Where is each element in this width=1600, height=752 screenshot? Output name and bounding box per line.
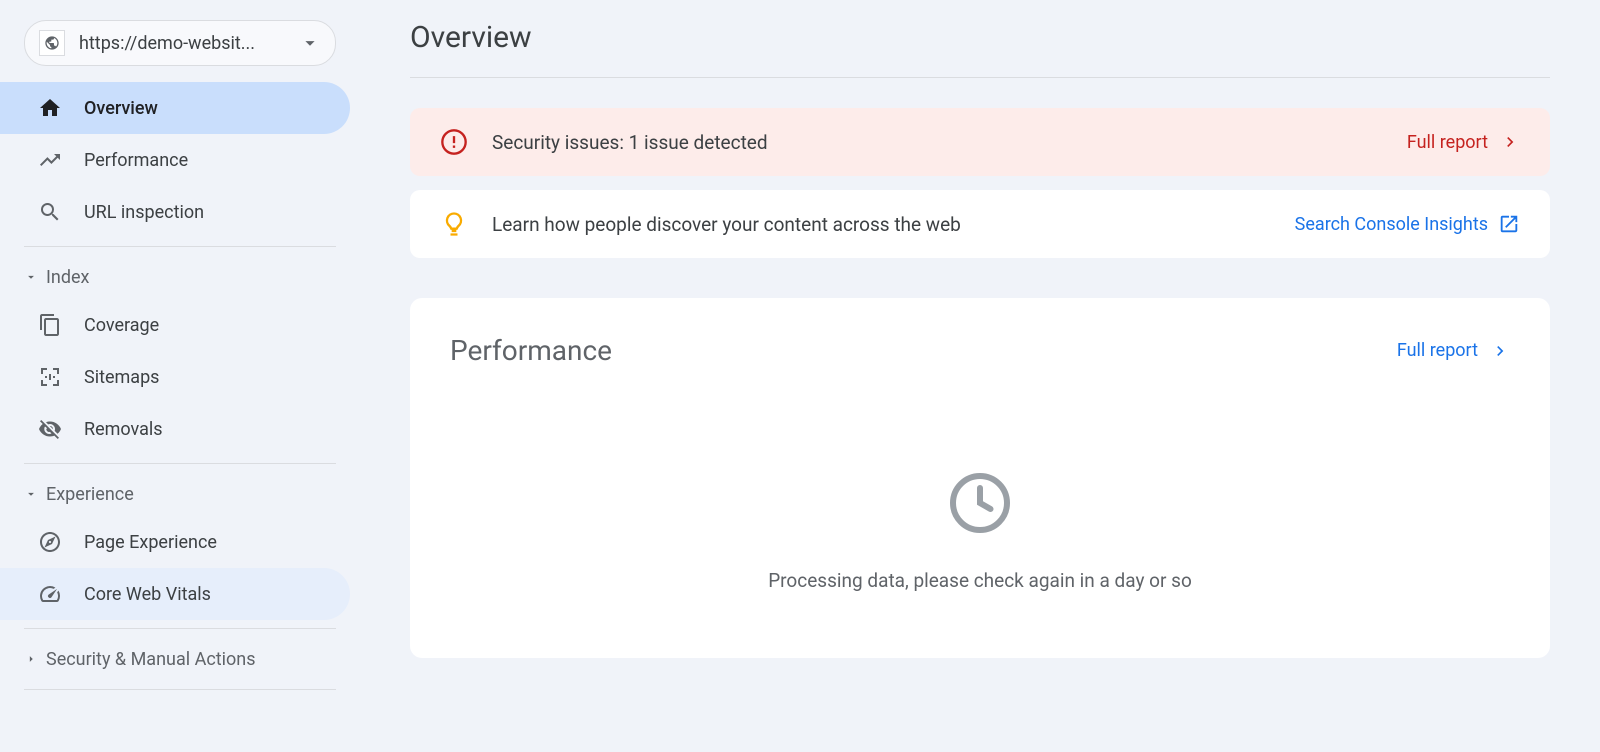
chevron-down-icon [299,32,321,54]
section-security[interactable]: Security & Manual Actions [0,637,360,681]
trending-icon [38,148,62,172]
nav-sitemaps[interactable]: Sitemaps [0,351,350,403]
performance-card: Performance Full report Processing data,… [410,298,1550,658]
visibility-off-icon [38,417,62,441]
performance-header: Performance Full report [450,334,1510,367]
action-label: Full report [1407,132,1488,153]
section-experience[interactable]: Experience [0,472,360,516]
nav-page-experience[interactable]: Page Experience [0,516,350,568]
search-icon [38,200,62,224]
nav-url-inspection[interactable]: URL inspection [0,186,350,238]
alert-icon [440,128,468,156]
caret-down-icon [24,487,46,501]
insights-text: Learn how people discover your content a… [492,213,1295,236]
home-icon [38,96,62,120]
sidebar: https://demo-websit... Overview Performa… [0,0,360,752]
nav-label: Core Web Vitals [84,584,211,605]
property-label: https://demo-websit... [79,33,299,54]
nav-core-web-vitals[interactable]: Core Web Vitals [0,568,350,620]
section-label: Security & Manual Actions [46,649,256,670]
nav-label: URL inspection [84,202,204,223]
globe-icon [39,30,65,56]
divider [24,463,336,464]
caret-down-icon [24,270,46,284]
divider [24,628,336,629]
main-content: Overview Security issues: 1 issue detect… [360,0,1600,752]
nav-overview[interactable]: Overview [0,82,350,134]
clock-icon [944,467,1016,539]
section-label: Experience [46,484,134,505]
nav-coverage[interactable]: Coverage [0,299,350,351]
property-selector[interactable]: https://demo-websit... [24,20,336,66]
nav-performance[interactable]: Performance [0,134,350,186]
insights-link[interactable]: Search Console Insights [1295,213,1520,235]
full-report-link[interactable]: Full report [1407,132,1520,153]
page-title: Overview [410,20,1550,78]
action-label: Full report [1397,340,1478,361]
nav-label: Coverage [84,315,159,336]
nav-label: Page Experience [84,532,217,553]
nav-removals[interactable]: Removals [0,403,350,455]
performance-title: Performance [450,334,1397,367]
caret-right-icon [24,652,46,666]
sitemap-icon [38,365,62,389]
action-label: Search Console Insights [1295,214,1488,235]
section-index[interactable]: Index [0,255,360,299]
divider [24,246,336,247]
alert-text: Security issues: 1 issue detected [492,131,1407,154]
security-alert-card: Security issues: 1 issue detected Full r… [410,108,1550,176]
copy-icon [38,313,62,337]
performance-empty-state: Processing data, please check again in a… [450,407,1510,622]
chevron-right-icon [1490,341,1510,361]
compass-icon [38,530,62,554]
nav-label: Sitemaps [84,367,159,388]
chevron-right-icon [1500,132,1520,152]
nav-label: Overview [84,98,158,119]
divider [24,689,336,690]
section-label: Index [46,267,89,288]
speed-icon [38,582,62,606]
lightbulb-icon [440,210,468,238]
performance-empty-message: Processing data, please check again in a… [768,569,1192,592]
external-link-icon [1498,213,1520,235]
nav-label: Removals [84,419,163,440]
nav-label: Performance [84,150,188,171]
insights-card: Learn how people discover your content a… [410,190,1550,258]
performance-full-report-link[interactable]: Full report [1397,340,1510,361]
